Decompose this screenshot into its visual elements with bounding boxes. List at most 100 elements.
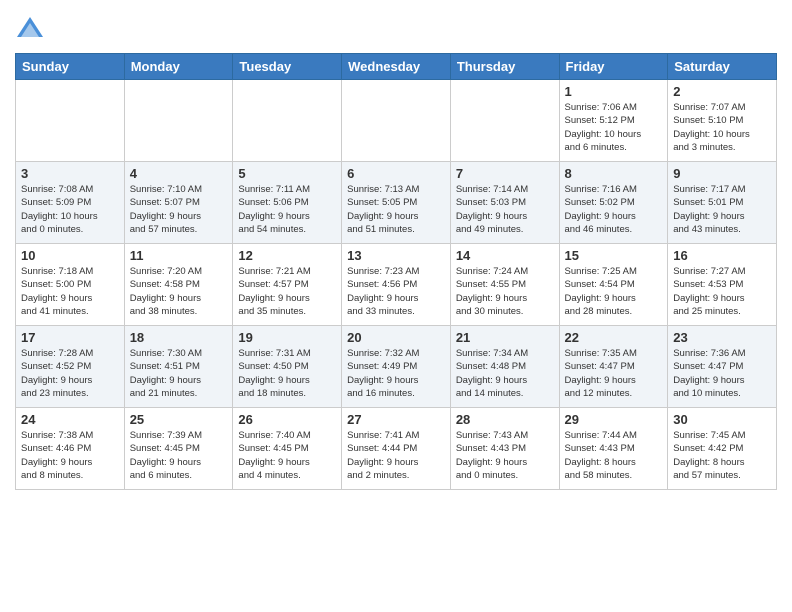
calendar-cell: 18 Sunrise: 7:30 AM Sunset: 4:51 PM Dayli… bbox=[124, 326, 233, 408]
calendar-cell: 13Sunrise: 7:23 AM Sunset: 4:56 PM Dayli… bbox=[342, 244, 451, 326]
day-info: Sunrise: 7:07 AM Sunset: 5:10 PM Dayligh… bbox=[673, 101, 771, 154]
calendar-cell: 5Sunrise: 7:11 AM Sunset: 5:06 PM Daylig… bbox=[233, 162, 342, 244]
day-info: Sunrise: 7:06 AM Sunset: 5:12 PM Dayligh… bbox=[565, 101, 663, 154]
week-row-4: 17 Sunrise: 7:28 AM Sunset: 4:52 PM Dayli… bbox=[16, 326, 777, 408]
day-info: Sunrise: 7:28 AM Sunset: 4:52 PM Dayligh… bbox=[21, 347, 119, 400]
page-container: SundayMondayTuesdayWednesdayThursdayFrid… bbox=[0, 0, 792, 495]
calendar-cell: 11 Sunrise: 7:20 AM Sunset: 4:58 PM Dayli… bbox=[124, 244, 233, 326]
header-cell-tuesday: Tuesday bbox=[233, 54, 342, 80]
calendar-cell: 16 Sunrise: 7:27 AM Sunset: 4:53 PM Dayli… bbox=[668, 244, 777, 326]
day-number: 19 bbox=[238, 330, 336, 345]
day-info: Sunrise: 7:27 AM Sunset: 4:53 PM Dayligh… bbox=[673, 265, 771, 318]
calendar-cell: 22 Sunrise: 7:35 AM Sunset: 4:47 PM Dayli… bbox=[559, 326, 668, 408]
calendar-cell: 1 Sunrise: 7:06 AM Sunset: 5:12 PM Daylig… bbox=[559, 80, 668, 162]
calendar-cell: 7 Sunrise: 7:14 AM Sunset: 5:03 PM Daylig… bbox=[450, 162, 559, 244]
header-cell-sunday: Sunday bbox=[16, 54, 125, 80]
day-number: 21 bbox=[456, 330, 554, 345]
header-row: SundayMondayTuesdayWednesdayThursdayFrid… bbox=[16, 54, 777, 80]
day-info: Sunrise: 7:35 AM Sunset: 4:47 PM Dayligh… bbox=[565, 347, 663, 400]
day-number: 11 bbox=[130, 248, 228, 263]
calendar-cell: 28 Sunrise: 7:43 AM Sunset: 4:43 PM Dayli… bbox=[450, 408, 559, 490]
calendar-cell: 12Sunrise: 7:21 AM Sunset: 4:57 PM Dayli… bbox=[233, 244, 342, 326]
week-row-1: 1 Sunrise: 7:06 AM Sunset: 5:12 PM Daylig… bbox=[16, 80, 777, 162]
day-info: Sunrise: 7:16 AM Sunset: 5:02 PM Dayligh… bbox=[565, 183, 663, 236]
calendar-cell bbox=[124, 80, 233, 162]
calendar-cell: 26Sunrise: 7:40 AM Sunset: 4:45 PM Dayli… bbox=[233, 408, 342, 490]
day-number: 5 bbox=[238, 166, 336, 181]
day-info: Sunrise: 7:23 AM Sunset: 4:56 PM Dayligh… bbox=[347, 265, 445, 318]
calendar-cell: 23 Sunrise: 7:36 AM Sunset: 4:47 PM Dayli… bbox=[668, 326, 777, 408]
day-number: 23 bbox=[673, 330, 771, 345]
logo-icon bbox=[15, 15, 45, 45]
day-info: Sunrise: 7:14 AM Sunset: 5:03 PM Dayligh… bbox=[456, 183, 554, 236]
day-info: Sunrise: 7:31 AM Sunset: 4:50 PM Dayligh… bbox=[238, 347, 336, 400]
calendar-cell bbox=[16, 80, 125, 162]
day-number: 26 bbox=[238, 412, 336, 427]
calendar-cell: 17 Sunrise: 7:28 AM Sunset: 4:52 PM Dayli… bbox=[16, 326, 125, 408]
day-number: 9 bbox=[673, 166, 771, 181]
calendar-cell: 21 Sunrise: 7:34 AM Sunset: 4:48 PM Dayli… bbox=[450, 326, 559, 408]
day-number: 22 bbox=[565, 330, 663, 345]
day-info: Sunrise: 7:10 AM Sunset: 5:07 PM Dayligh… bbox=[130, 183, 228, 236]
day-info: Sunrise: 7:25 AM Sunset: 4:54 PM Dayligh… bbox=[565, 265, 663, 318]
calendar-cell: 15 Sunrise: 7:25 AM Sunset: 4:54 PM Dayli… bbox=[559, 244, 668, 326]
week-row-2: 3Sunrise: 7:08 AM Sunset: 5:09 PM Daylig… bbox=[16, 162, 777, 244]
header-cell-thursday: Thursday bbox=[450, 54, 559, 80]
day-number: 24 bbox=[21, 412, 119, 427]
day-info: Sunrise: 7:24 AM Sunset: 4:55 PM Dayligh… bbox=[456, 265, 554, 318]
day-number: 30 bbox=[673, 412, 771, 427]
day-number: 2 bbox=[673, 84, 771, 99]
day-info: Sunrise: 7:45 AM Sunset: 4:42 PM Dayligh… bbox=[673, 429, 771, 482]
calendar-cell: 20 Sunrise: 7:32 AM Sunset: 4:49 PM Dayli… bbox=[342, 326, 451, 408]
header-cell-saturday: Saturday bbox=[668, 54, 777, 80]
header-cell-wednesday: Wednesday bbox=[342, 54, 451, 80]
calendar-cell: 8Sunrise: 7:16 AM Sunset: 5:02 PM Daylig… bbox=[559, 162, 668, 244]
day-number: 18 bbox=[130, 330, 228, 345]
day-info: Sunrise: 7:43 AM Sunset: 4:43 PM Dayligh… bbox=[456, 429, 554, 482]
day-info: Sunrise: 7:38 AM Sunset: 4:46 PM Dayligh… bbox=[21, 429, 119, 482]
day-info: Sunrise: 7:41 AM Sunset: 4:44 PM Dayligh… bbox=[347, 429, 445, 482]
calendar-cell: 19 Sunrise: 7:31 AM Sunset: 4:50 PM Dayli… bbox=[233, 326, 342, 408]
calendar-cell: 2 Sunrise: 7:07 AM Sunset: 5:10 PM Daylig… bbox=[668, 80, 777, 162]
day-info: Sunrise: 7:17 AM Sunset: 5:01 PM Dayligh… bbox=[673, 183, 771, 236]
logo bbox=[15, 15, 49, 45]
day-number: 7 bbox=[456, 166, 554, 181]
day-number: 20 bbox=[347, 330, 445, 345]
header-cell-monday: Monday bbox=[124, 54, 233, 80]
calendar-cell: 25Sunrise: 7:39 AM Sunset: 4:45 PM Dayli… bbox=[124, 408, 233, 490]
day-info: Sunrise: 7:13 AM Sunset: 5:05 PM Dayligh… bbox=[347, 183, 445, 236]
calendar-cell: 9 Sunrise: 7:17 AM Sunset: 5:01 PM Daylig… bbox=[668, 162, 777, 244]
calendar-cell: 27 Sunrise: 7:41 AM Sunset: 4:44 PM Dayli… bbox=[342, 408, 451, 490]
day-info: Sunrise: 7:34 AM Sunset: 4:48 PM Dayligh… bbox=[456, 347, 554, 400]
day-info: Sunrise: 7:36 AM Sunset: 4:47 PM Dayligh… bbox=[673, 347, 771, 400]
day-number: 25 bbox=[130, 412, 228, 427]
day-number: 16 bbox=[673, 248, 771, 263]
calendar-cell bbox=[342, 80, 451, 162]
week-row-5: 24 Sunrise: 7:38 AM Sunset: 4:46 PM Dayli… bbox=[16, 408, 777, 490]
day-number: 15 bbox=[565, 248, 663, 263]
day-info: Sunrise: 7:21 AM Sunset: 4:57 PM Dayligh… bbox=[238, 265, 336, 318]
calendar-cell: 14Sunrise: 7:24 AM Sunset: 4:55 PM Dayli… bbox=[450, 244, 559, 326]
day-info: Sunrise: 7:30 AM Sunset: 4:51 PM Dayligh… bbox=[130, 347, 228, 400]
calendar-cell bbox=[233, 80, 342, 162]
day-number: 10 bbox=[21, 248, 119, 263]
calendar-cell: 29Sunrise: 7:44 AM Sunset: 4:43 PM Dayli… bbox=[559, 408, 668, 490]
day-number: 17 bbox=[21, 330, 119, 345]
header-cell-friday: Friday bbox=[559, 54, 668, 80]
day-number: 28 bbox=[456, 412, 554, 427]
day-number: 4 bbox=[130, 166, 228, 181]
calendar-cell: 10 Sunrise: 7:18 AM Sunset: 5:00 PM Dayli… bbox=[16, 244, 125, 326]
day-number: 1 bbox=[565, 84, 663, 99]
day-number: 27 bbox=[347, 412, 445, 427]
calendar-cell: 30 Sunrise: 7:45 AM Sunset: 4:42 PM Dayli… bbox=[668, 408, 777, 490]
header bbox=[15, 10, 777, 45]
day-info: Sunrise: 7:44 AM Sunset: 4:43 PM Dayligh… bbox=[565, 429, 663, 482]
day-number: 3 bbox=[21, 166, 119, 181]
calendar-cell: 6 Sunrise: 7:13 AM Sunset: 5:05 PM Daylig… bbox=[342, 162, 451, 244]
day-info: Sunrise: 7:32 AM Sunset: 4:49 PM Dayligh… bbox=[347, 347, 445, 400]
day-info: Sunrise: 7:20 AM Sunset: 4:58 PM Dayligh… bbox=[130, 265, 228, 318]
calendar-cell: 24 Sunrise: 7:38 AM Sunset: 4:46 PM Dayli… bbox=[16, 408, 125, 490]
day-number: 6 bbox=[347, 166, 445, 181]
day-info: Sunrise: 7:18 AM Sunset: 5:00 PM Dayligh… bbox=[21, 265, 119, 318]
week-row-3: 10 Sunrise: 7:18 AM Sunset: 5:00 PM Dayli… bbox=[16, 244, 777, 326]
